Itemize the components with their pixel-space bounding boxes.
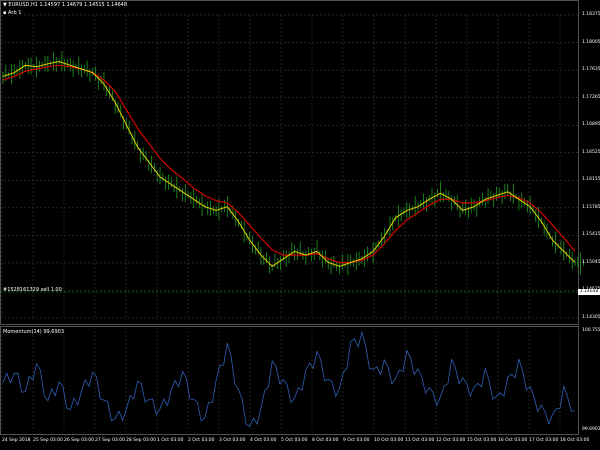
date-tick-label: 1 Oct 03:00 — [157, 438, 184, 443]
indicator-header: ▪ Arb 1 — [3, 10, 22, 16]
slow-ma-line — [2, 64, 576, 264]
date-tick-label: 3 Oct 03:00 — [219, 438, 246, 443]
date-tick-label: 4 Oct 03:00 — [250, 438, 277, 443]
momentum-label: Momentum(14) 99.6903 — [3, 329, 65, 335]
price-tick-label: 1.15415 — [582, 232, 600, 238]
date-tick-label: 8 Oct 03:00 — [312, 438, 339, 443]
date-tick-label: 2 Oct 03:00 — [188, 438, 215, 443]
price-tick-label: 1.17635 — [582, 67, 600, 73]
main-panel-border — [0, 0, 579, 325]
date-tick-label: 5 Oct 03:00 — [281, 438, 308, 443]
momentum-tick-label: 99.6903 — [582, 427, 600, 432]
price-tick-label: 1.16155 — [582, 177, 600, 183]
price-tick-label: 1.18005 — [582, 39, 600, 45]
price-tick-label: 1.15045 — [582, 259, 600, 265]
price-tick-label: 1.15785 — [582, 204, 600, 210]
date-tick-label: 10 Oct 03:00 — [374, 438, 404, 443]
date-tick-label: 25 Sep 03:00 — [33, 438, 64, 443]
price-tick-label: 1.18375 — [582, 12, 600, 17]
date-tick-label: 12 Oct 03:00 — [436, 438, 466, 443]
momentum-tick-label: 100.7556 — [582, 328, 600, 333]
date-tick-label: 27 Sep 03:00 — [95, 438, 126, 443]
symbol-header: ▼ EURUSD,H1 1.14597 1.14679 1.14515 1.14… — [3, 2, 128, 8]
order-label[interactable]: #1528161329 sell 1.00 — [3, 287, 62, 293]
price-tick-label: 1.14675 — [582, 287, 600, 293]
price-tick-label: 1.14305 — [582, 315, 600, 320]
date-tick-label: 9 Oct 03:00 — [343, 438, 370, 443]
date-tick-label: 15 Oct 03:00 — [467, 438, 497, 443]
date-tick-label: 24 Sep 2018 — [2, 438, 31, 443]
price-bars — [2, 51, 584, 276]
date-tick-label: 28 Sep 03:00 — [126, 438, 157, 443]
momentum-series-line — [2, 330, 576, 427]
price-tick-label: 1.16895 — [582, 122, 600, 128]
price-tick-label: 1.16525 — [582, 149, 600, 155]
momentum-line — [2, 330, 576, 427]
main-grid — [0, 14, 578, 319]
date-tick-label: 18 Oct 03:00 — [560, 438, 590, 443]
price-tick-label: 1.17265 — [582, 94, 600, 100]
momentum-panel-border — [0, 326, 579, 435]
date-tick-label: 11 Oct 03:00 — [405, 438, 435, 443]
date-tick-label: 16 Oct 03:00 — [498, 438, 528, 443]
date-tick-label: 26 Sep 03:00 — [64, 438, 95, 443]
date-tick-label: 17 Oct 03:00 — [529, 438, 559, 443]
trading-chart[interactable] — [0, 0, 600, 450]
